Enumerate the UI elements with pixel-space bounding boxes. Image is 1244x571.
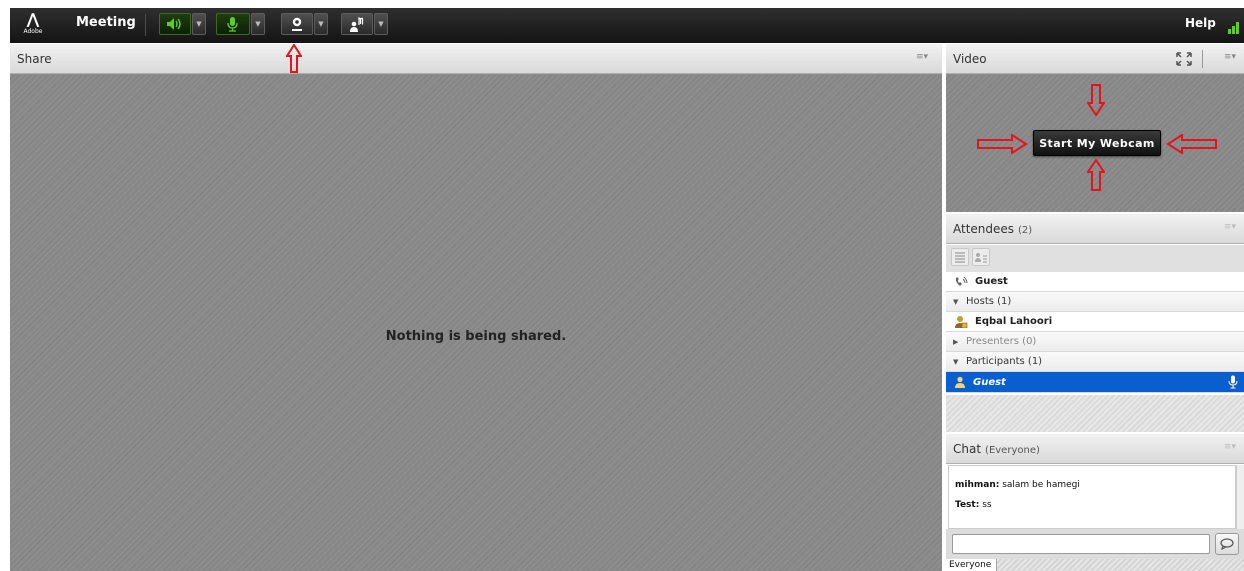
attendee-row-guest-phone[interactable]: Guest	[946, 272, 1244, 292]
attendee-detail-icon	[975, 253, 987, 263]
attendee-row-eqbal-lahoori[interactable]: Eqbal Lahoori	[946, 312, 1244, 332]
adobe-logo: ⋀ Adobe	[20, 10, 46, 40]
attendees-empty-area	[946, 395, 1244, 432]
list-view-icon	[955, 252, 965, 263]
chat-send-button[interactable]	[1215, 533, 1239, 555]
group-label: Presenters (0)	[966, 336, 1037, 347]
header-separator	[1202, 50, 1203, 68]
group-label: Hosts (1)	[966, 296, 1012, 307]
group-row-hosts[interactable]: ▼ Hosts (1)	[946, 292, 1244, 312]
participant-icon	[954, 376, 966, 388]
attendees-count: (2)	[1018, 225, 1033, 236]
annotation-arrow-down-icon	[1087, 84, 1105, 117]
attendee-name: Guest	[975, 276, 1008, 287]
detail-view-toggle[interactable]	[972, 248, 990, 266]
annotation-arrow-up-icon	[286, 44, 302, 73]
help-menu[interactable]: Help	[1185, 16, 1216, 30]
chat-message: mihman: salam be hamegi	[955, 480, 1080, 490]
group-row-presenters[interactable]: ▶ Presenters (0)	[946, 332, 1244, 352]
phone-icon	[954, 276, 968, 288]
group-row-participants[interactable]: ▼ Participants (1)	[946, 352, 1244, 372]
status-dropdown[interactable]: ▼	[374, 13, 388, 35]
video-pod-header: Video ≡▾	[946, 44, 1244, 74]
annotation-arrow-left-icon	[1166, 134, 1217, 154]
chat-sender: mihman:	[955, 480, 1000, 490]
speaker-dropdown[interactable]: ▼	[192, 13, 206, 35]
webcam-button[interactable]	[281, 13, 313, 35]
attendees-pod-header: Attendees (2) ≡▾	[946, 214, 1244, 244]
list-view-toggle[interactable]	[951, 248, 969, 266]
speaker-button[interactable]	[159, 13, 191, 35]
share-pod: Share ≡▾ Nothing is being shared.	[10, 44, 942, 571]
annotation-arrow-up-icon	[1087, 158, 1105, 191]
adobe-logo-text: Adobe	[23, 28, 43, 35]
attendees-title: Attendees	[953, 222, 1015, 236]
webcam-dropdown[interactable]: ▼	[314, 13, 328, 35]
chat-scrollbar[interactable]	[1236, 465, 1244, 529]
chat-scope: (Everyone)	[985, 445, 1040, 456]
meeting-menu[interactable]: Meeting	[76, 15, 136, 30]
microphone-dropdown[interactable]: ▼	[251, 13, 265, 35]
top-menu-bar: ⋀ Adobe Meeting ▼ ▼ ▼ ▼ Help	[0, 0, 1244, 43]
group-label: Participants (1)	[966, 356, 1043, 367]
speech-bubble-icon	[1220, 538, 1234, 550]
chat-sender: Test:	[955, 500, 980, 510]
attendees-toolbar	[946, 245, 1244, 272]
expanded-triangle-icon: ▼	[953, 297, 959, 306]
attendees-pod-title: Attendees (2)	[953, 222, 1032, 236]
chat-pod: Chat (Everyone) ≡▾ mihman: salam be hameg…	[946, 434, 1244, 571]
connection-signal-icon	[1228, 22, 1239, 34]
microphone-button[interactable]	[216, 13, 250, 35]
chat-input[interactable]	[952, 534, 1210, 554]
adobe-logo-glyph-icon: ⋀	[26, 10, 40, 28]
attendees-pod: Attendees (2) ≡▾ Guest ▼ Hosts (1) Eqbal …	[946, 214, 1244, 432]
fullscreen-icon[interactable]	[1176, 52, 1192, 66]
webcam-icon	[292, 17, 302, 31]
chat-input-bar	[946, 529, 1244, 559]
share-pod-stage: Nothing is being shared.	[10, 75, 942, 571]
microphone-icon	[1228, 375, 1238, 389]
chat-pod-header: Chat (Everyone) ≡▾	[946, 434, 1244, 464]
video-pod-title: Video	[953, 52, 987, 66]
microphone-icon	[227, 17, 238, 32]
chat-message: Test: ss	[955, 500, 992, 510]
annotation-arrow-right-icon	[977, 134, 1028, 154]
chat-pod-title: Chat (Everyone)	[953, 442, 1040, 456]
share-pod-title: Share	[17, 52, 52, 66]
start-webcam-button[interactable]: Start My Webcam	[1033, 130, 1161, 156]
video-pod-menu-icon[interactable]: ≡▾	[1224, 52, 1236, 62]
chat-text: salam be hamegi	[1002, 480, 1080, 490]
share-pod-menu-icon[interactable]: ≡▾	[916, 52, 928, 62]
expanded-triangle-icon: ▼	[953, 357, 959, 366]
chat-message-list: mihman: salam be hamegi Test: ss	[948, 465, 1236, 529]
menu-separator	[145, 14, 146, 36]
host-icon	[954, 315, 968, 328]
status-button[interactable]	[341, 13, 373, 35]
raise-hand-icon	[350, 16, 364, 32]
attendee-name: Eqbal Lahoori	[975, 316, 1053, 327]
chat-text: ss	[982, 500, 992, 510]
attendee-row-guest-selected[interactable]: Guest	[946, 372, 1244, 393]
attendee-name: Guest	[973, 376, 1006, 388]
share-pod-header: Share ≡▾	[10, 44, 942, 74]
chat-tab-strip: Everyone	[946, 559, 1244, 571]
share-empty-message: Nothing is being shared.	[385, 329, 567, 344]
speaker-icon	[167, 18, 181, 30]
attendees-pod-menu-icon[interactable]: ≡▾	[1224, 222, 1236, 232]
chat-tab-everyone[interactable]: Everyone	[946, 559, 998, 571]
chat-pod-menu-icon[interactable]: ≡▾	[1224, 442, 1236, 452]
chat-title: Chat	[953, 442, 982, 456]
collapsed-triangle-icon: ▶	[953, 337, 959, 346]
